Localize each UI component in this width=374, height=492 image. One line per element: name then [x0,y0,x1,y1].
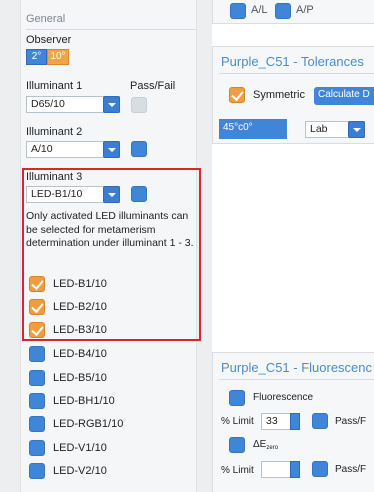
pass-fail-checkbox-fluor[interactable] [312,413,328,429]
limit-value: 33 [266,415,278,427]
fluorescence-divider [219,379,374,380]
pass-fail-checkbox[interactable] [131,97,147,113]
illuminant1-label: Illuminant 1 [26,80,83,92]
led-b5-checkbox[interactable] [29,370,45,386]
led-b4-checkbox[interactable] [29,346,45,362]
symmetric-checkbox[interactable] [229,87,245,103]
illuminant2-pass-fail-checkbox[interactable] [131,141,147,157]
limit-input[interactable]: 33 [261,413,291,430]
color-space-dropdown[interactable]: Lab [305,121,365,138]
led-v1-label: LED-V1/10 [53,442,107,454]
illuminant2-value: A/10 [31,143,53,155]
limit2-label: % Limit [221,465,254,476]
led-rgb1-checkbox[interactable] [29,416,45,432]
top-label-b: A/P [296,4,314,16]
chevron-down-icon[interactable] [348,121,365,138]
pass-fail-label-fluor: Pass/F [335,416,367,427]
illuminant2-dropdown[interactable]: A/10 [26,141,120,158]
led-v2-checkbox[interactable] [29,463,45,479]
led-b4-label: LED-B4/10 [53,348,107,360]
observer-10deg-option[interactable]: 10° [47,49,69,65]
chevron-down-icon[interactable] [103,141,120,158]
delta-e-sub: zero [266,445,279,451]
limit2-input[interactable] [261,461,291,478]
delta-e-checkbox[interactable] [229,437,245,453]
chevron-down-icon[interactable] [103,96,120,113]
fluorescence-checkbox[interactable] [229,390,245,406]
observer-2deg-option[interactable]: 2° [26,49,47,65]
illuminant2-label: Illuminant 2 [26,126,83,138]
geometry-tab[interactable]: 45°c0° [219,119,287,139]
fluorescence-panel: Purple_C51 - Fluorescenc Fluorescence % … [212,352,374,492]
limit2-stepper[interactable] [290,461,300,478]
tolerances-title: Purple_C51 - Tolerances [221,54,364,69]
delta-e-label: ΔEzero [253,439,279,451]
led-b5-label: LED-B5/10 [53,372,107,384]
illuminant1-value: D65/10 [31,98,65,110]
led-bh1-label: LED-BH1/10 [53,395,115,407]
left-gutter [0,0,20,492]
fluorescence-label: Fluorescence [253,392,314,403]
pass-fail2-checkbox[interactable] [312,461,328,477]
led-bh1-checkbox[interactable] [29,393,45,409]
fluorescence-title: Purple_C51 - Fluorescenc [221,360,373,375]
top-label-a: A/L [251,4,268,16]
observer-label: Observer [26,34,72,46]
top-checkbox-b[interactable] [275,3,291,19]
led-v1-checkbox[interactable] [29,440,45,456]
pass-fail-label: Pass/Fail [130,80,176,92]
led-v2-label: LED-V2/10 [53,465,107,477]
top-checkbox-a[interactable] [230,3,246,19]
tolerances-panel: Purple_C51 - Tolerances Symmetric Calcul… [212,46,374,144]
section-title-general: General [26,13,66,25]
section-divider [26,29,196,30]
color-space-value: Lab [310,123,328,135]
tolerances-divider [219,73,374,74]
top-partial-panel: A/L A/P [212,0,374,24]
calculate-button[interactable]: Calculate D [314,87,374,105]
symmetric-label: Symmetric [253,89,305,101]
led-rgb1-label: LED-RGB1/10 [53,418,124,430]
limit-stepper[interactable] [290,413,300,430]
illuminant1-dropdown[interactable]: D65/10 [26,96,120,113]
pass-fail2-label: Pass/F [335,464,367,475]
annotation-highlight-box [22,168,201,341]
limit-label: % Limit [221,416,254,427]
